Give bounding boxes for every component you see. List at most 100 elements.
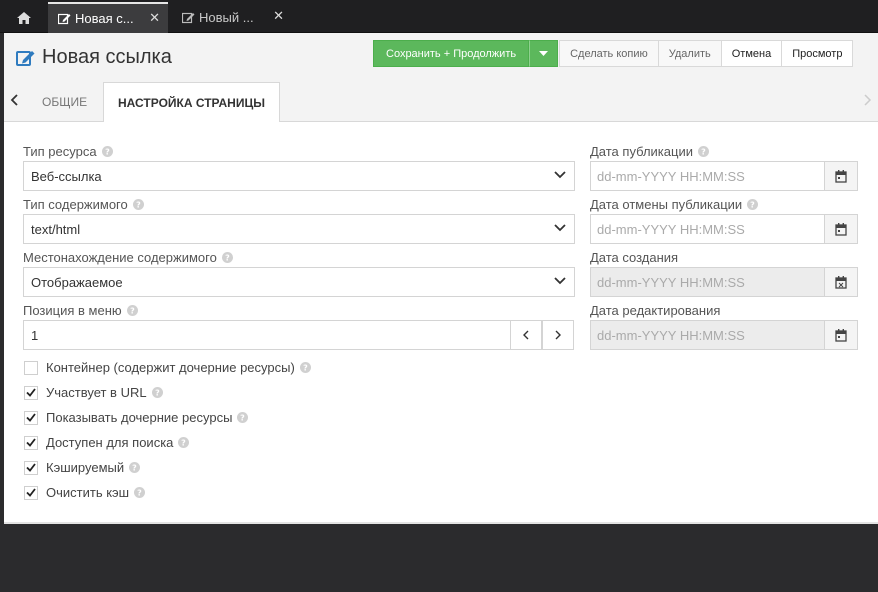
svg-text:?: ? [130, 307, 135, 316]
label-text: Местонахождение содержимого [23, 250, 217, 265]
view-button[interactable]: Просмотр [781, 40, 854, 67]
save-continue-button[interactable]: Сохранить + Продолжить [373, 40, 530, 67]
calendar-button [824, 267, 858, 297]
chevron-left-icon[interactable] [10, 94, 18, 106]
stepper-value: 1 [31, 327, 39, 343]
checkbox[interactable] [24, 485, 38, 500]
label-text: Тип ресурса [23, 144, 97, 159]
calendar-icon [835, 222, 847, 236]
help-icon[interactable]: ? [299, 362, 311, 373]
date-placeholder: dd-mm-YYYY HH:MM:SS [597, 221, 745, 237]
svg-text:?: ? [182, 439, 187, 448]
select-value: Веб-ссылка [31, 168, 102, 184]
edited-date-field: dd-mm-YYYY HH:MM:SS [590, 320, 858, 350]
tab-new-document[interactable]: Новый ... ✕ [172, 2, 292, 33]
menu-index-label: Позиция в меню ? [23, 303, 138, 318]
top-tab-bar: Новая с... ✕ Новый ... ✕ [0, 0, 878, 33]
close-icon[interactable]: ✕ [273, 8, 284, 24]
page-settings-form: Тип ресурса ? Веб-ссылка Тип содержимого… [4, 122, 878, 524]
chevron-left-icon [523, 330, 529, 340]
svg-text:?: ? [701, 148, 706, 157]
checkbox-label: Участвует в URL [46, 385, 147, 400]
label-text: Дата редактирования [590, 303, 721, 318]
delete-button[interactable]: Удалить [657, 40, 722, 67]
svg-text:?: ? [136, 201, 141, 210]
tab-general[interactable]: Общие [28, 82, 101, 122]
calendar-button[interactable] [824, 214, 858, 244]
help-icon[interactable]: ? [697, 146, 709, 157]
checkbox-label: Доступен для поиска [46, 435, 174, 450]
publish-date-label: Дата публикации ? [590, 144, 709, 159]
label-text: Тип содержимого [23, 197, 128, 212]
checkbox[interactable] [24, 385, 38, 400]
help-icon[interactable]: ? [134, 487, 146, 498]
help-icon[interactable]: ? [221, 252, 233, 263]
checkbox-label: Показывать дочерние ресурсы [46, 410, 233, 425]
select-value: text/html [31, 221, 81, 237]
content-disposition-select[interactable]: Отображаемое [23, 267, 575, 297]
svg-text:?: ? [241, 414, 246, 423]
duplicate-button[interactable]: Сделать копию [559, 40, 659, 67]
calendar-icon [835, 328, 847, 342]
page-title: Новая ссылка [42, 46, 172, 68]
checkbox-label: Кэшируемый [46, 460, 125, 475]
checkbox[interactable] [24, 410, 38, 425]
help-icon[interactable]: ? [101, 146, 113, 157]
checkbox[interactable] [24, 435, 38, 450]
help-icon[interactable]: ? [747, 199, 759, 210]
cancel-button[interactable]: Отмена [720, 40, 783, 67]
label-text: Дата отмены публикации [590, 197, 743, 212]
help-icon[interactable]: ? [237, 412, 249, 423]
created-date-label: Дата создания [590, 250, 678, 265]
content-type-label: Тип содержимого ? [23, 197, 144, 212]
save-options-dropdown[interactable] [529, 40, 559, 67]
help-icon[interactable]: ? [126, 305, 138, 316]
checkbox-show-children[interactable]: Показывать дочерние ресурсы ? [24, 410, 249, 425]
created-date-field: dd-mm-YYYY HH:MM:SS [590, 267, 858, 297]
svg-text:?: ? [155, 389, 160, 398]
menu-index-stepper[interactable]: 1 [23, 320, 574, 350]
help-icon[interactable]: ? [132, 199, 144, 210]
tab-page-settings[interactable]: Настройка страницы [103, 82, 280, 123]
checkbox-label: Очистить кэш [46, 485, 130, 500]
help-icon[interactable]: ? [129, 462, 141, 473]
decrement-button[interactable] [510, 320, 542, 350]
check-icon [26, 438, 36, 447]
resource-type-label: Тип ресурса ? [23, 144, 113, 159]
calendar-button [824, 320, 858, 350]
tab-new-link[interactable]: Новая с... ✕ [48, 2, 168, 33]
close-icon[interactable]: ✕ [149, 10, 160, 26]
caret-down-icon [539, 51, 549, 56]
home-icon [17, 11, 31, 24]
label-text: Позиция в меню [23, 303, 122, 318]
checkbox-container[interactable]: Контейнер (содержит дочерние ресурсы) ? [24, 360, 311, 375]
section-tabs: Общие Настройка страницы [4, 82, 878, 123]
svg-text:?: ? [105, 148, 110, 157]
publish-date-field[interactable]: dd-mm-YYYY HH:MM:SS [590, 161, 858, 191]
main-panel: Новая ссылка Сохранить + Продолжить Сдел… [4, 33, 878, 524]
chevron-down-icon [554, 224, 566, 232]
date-placeholder: dd-mm-YYYY HH:MM:SS [597, 274, 745, 290]
checkbox[interactable] [24, 460, 38, 475]
svg-text:?: ? [137, 489, 142, 498]
help-icon[interactable]: ? [151, 387, 163, 398]
checkbox[interactable] [24, 360, 38, 375]
content-type-select[interactable]: text/html [23, 214, 575, 244]
edit-icon [58, 13, 71, 25]
checkbox-cacheable[interactable]: Кэшируемый ? [24, 460, 141, 475]
unpublish-date-field[interactable]: dd-mm-YYYY HH:MM:SS [590, 214, 858, 244]
help-icon[interactable]: ? [178, 437, 190, 448]
checkbox-clear-cache[interactable]: Очистить кэш ? [24, 485, 146, 500]
home-tab[interactable] [4, 2, 44, 33]
checkbox-searchable[interactable]: Доступен для поиска ? [24, 435, 190, 450]
label-text: Дата создания [590, 250, 679, 265]
increment-button[interactable] [542, 320, 574, 350]
check-icon [26, 463, 36, 472]
checkbox-uri-override[interactable]: Участвует в URL ? [24, 385, 163, 400]
resource-type-select[interactable]: Веб-ссылка [23, 161, 575, 191]
page-header: Новая ссылка [16, 46, 172, 69]
calendar-button[interactable] [824, 161, 858, 191]
date-placeholder: dd-mm-YYYY HH:MM:SS [597, 168, 745, 184]
unpublish-date-label: Дата отмены публикации ? [590, 197, 759, 212]
chevron-right-icon[interactable] [864, 94, 872, 106]
